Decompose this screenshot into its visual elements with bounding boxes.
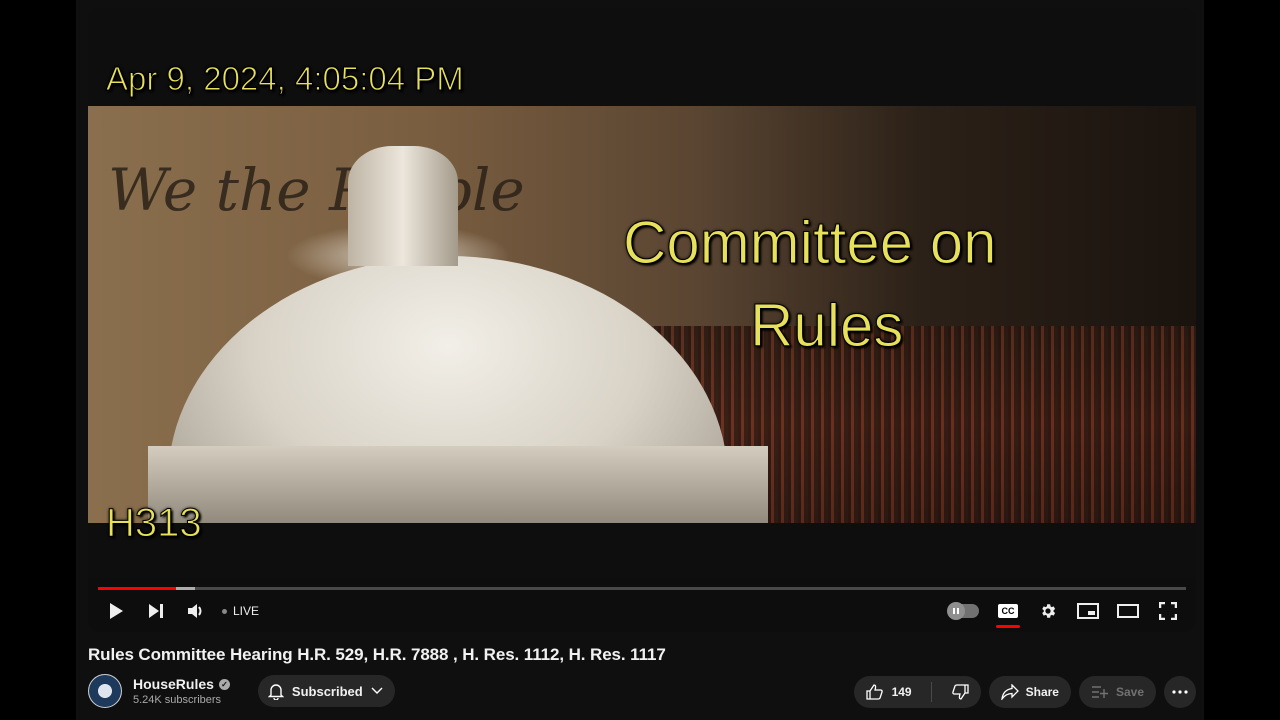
cc-icon: CC [998, 604, 1018, 618]
like-dislike-divider [930, 682, 932, 702]
progress-bar[interactable] [98, 587, 1186, 590]
theater-mode-button[interactable] [1108, 596, 1148, 626]
video-title: Rules Committee Hearing H.R. 529, H.R. 7… [88, 645, 666, 664]
like-button[interactable]: 149 [854, 676, 924, 708]
save-button[interactable]: Save [1078, 676, 1156, 708]
progress-played [98, 587, 177, 590]
channel-name-row: HouseRules ✓ [133, 676, 230, 692]
channel-name[interactable]: HouseRules [133, 676, 214, 692]
video-frame[interactable]: We the People Apr 9, 2024, 4:05:04 PM Co… [88, 8, 1196, 578]
channel-owner: HouseRules ✓ 5.24K subscribers Subscribe… [88, 674, 395, 708]
autoplay-toggle[interactable] [944, 596, 984, 626]
playlist-add-icon [1091, 686, 1108, 698]
miniplayer-icon [1077, 603, 1099, 619]
room-number-overlay: H313 [106, 501, 203, 546]
subscribed-label: Subscribed [291, 683, 363, 699]
miniplayer-button[interactable] [1068, 596, 1108, 626]
watch-page: We the People Apr 9, 2024, 4:05:04 PM Co… [76, 0, 1204, 720]
live-label: LIVE [233, 604, 260, 618]
like-count: 149 [891, 685, 912, 699]
chevron-down-icon [371, 687, 383, 694]
settings-button[interactable] [1028, 596, 1068, 626]
live-dot-icon [222, 608, 227, 614]
captions-button[interactable]: CC [988, 596, 1028, 628]
subscribed-button[interactable]: Subscribed [257, 675, 395, 707]
play-icon [110, 603, 123, 619]
bell-icon [267, 684, 284, 700]
theater-mode-icon [1117, 604, 1139, 618]
captions-active-indicator [996, 625, 1020, 628]
capitol-cupola [348, 146, 458, 266]
video-actions: 149 Share Save [853, 676, 1196, 708]
we-the-people-script: We the People [108, 156, 525, 224]
like-dislike-group: 149 [853, 676, 981, 708]
fullscreen-button[interactable] [1148, 596, 1188, 626]
video-title-overlay-line2: Rules [749, 292, 904, 360]
share-icon [1000, 684, 1019, 700]
capitol-drum [148, 446, 768, 523]
live-indicator[interactable]: LIVE [222, 604, 259, 618]
autoplay-toggle-icon [947, 602, 979, 620]
thumbs-down-icon [951, 684, 969, 700]
more-horizontal-icon [1172, 690, 1188, 694]
channel-avatar[interactable] [88, 674, 122, 708]
save-label: Save [1115, 685, 1144, 699]
player-controls: LIVE CC [88, 596, 1196, 628]
video-title-overlay-line1: Committee on [622, 209, 997, 277]
skip-next-icon [149, 604, 163, 618]
play-button[interactable] [96, 596, 136, 626]
thumbs-up-icon [865, 684, 883, 700]
video-timestamp-overlay: Apr 9, 2024, 4:05:04 PM [106, 60, 465, 98]
share-label: Share [1025, 685, 1059, 699]
volume-button[interactable] [176, 596, 216, 626]
dislike-button[interactable] [939, 676, 981, 708]
verified-badge-icon: ✓ [218, 678, 230, 690]
channel-info: HouseRules ✓ 5.24K subscribers [133, 676, 230, 706]
next-button[interactable] [136, 596, 176, 626]
more-actions-button[interactable] [1164, 676, 1196, 708]
subscriber-count: 5.24K subscribers [133, 694, 222, 706]
volume-icon [188, 604, 202, 618]
fullscreen-icon [1159, 602, 1177, 620]
share-button[interactable]: Share [988, 676, 1071, 708]
gear-icon [1042, 604, 1056, 618]
video-image: We the People [88, 106, 1196, 523]
video-player[interactable]: We the People Apr 9, 2024, 4:05:04 PM Co… [88, 8, 1196, 632]
